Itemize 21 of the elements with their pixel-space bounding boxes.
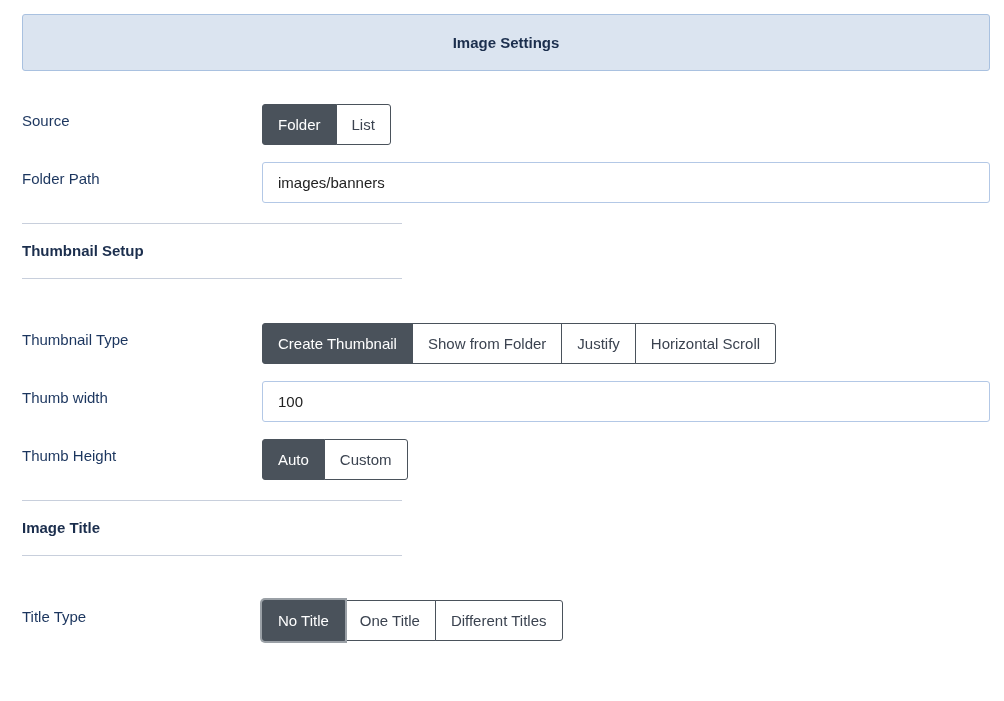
input-field[interactable]: images/banners — [262, 162, 990, 203]
panel-title: Image Settings — [452, 34, 560, 51]
input-field[interactable]: 100 — [262, 381, 990, 422]
section-heading: Thumbnail Setup — [22, 242, 144, 259]
toggle-option[interactable]: Create Thumbnail — [262, 323, 413, 364]
field-label: Folder Path — [22, 169, 101, 187]
toggle-option[interactable]: Different Titles — [434, 600, 563, 641]
field-label: Thumb width — [22, 388, 109, 406]
toggle-option[interactable]: Show from Folder — [411, 323, 563, 364]
toggle-option[interactable]: Custom — [323, 439, 408, 480]
field-label: Thumbnail Type — [22, 330, 130, 348]
toggle-option[interactable]: No Title — [262, 600, 345, 641]
toggle-option[interactable]: List — [335, 104, 391, 145]
toggle-option[interactable]: Justify — [561, 323, 636, 364]
field-label: Source — [22, 111, 71, 129]
toggle-option[interactable]: Folder — [262, 104, 337, 145]
section-heading: Image Title — [22, 519, 101, 536]
field-label: Thumb Height — [22, 446, 118, 464]
toggle-option[interactable]: Horizontal Scroll — [634, 323, 777, 364]
field-label: Title Type — [22, 607, 88, 625]
toggle-option[interactable]: Auto — [262, 439, 325, 480]
